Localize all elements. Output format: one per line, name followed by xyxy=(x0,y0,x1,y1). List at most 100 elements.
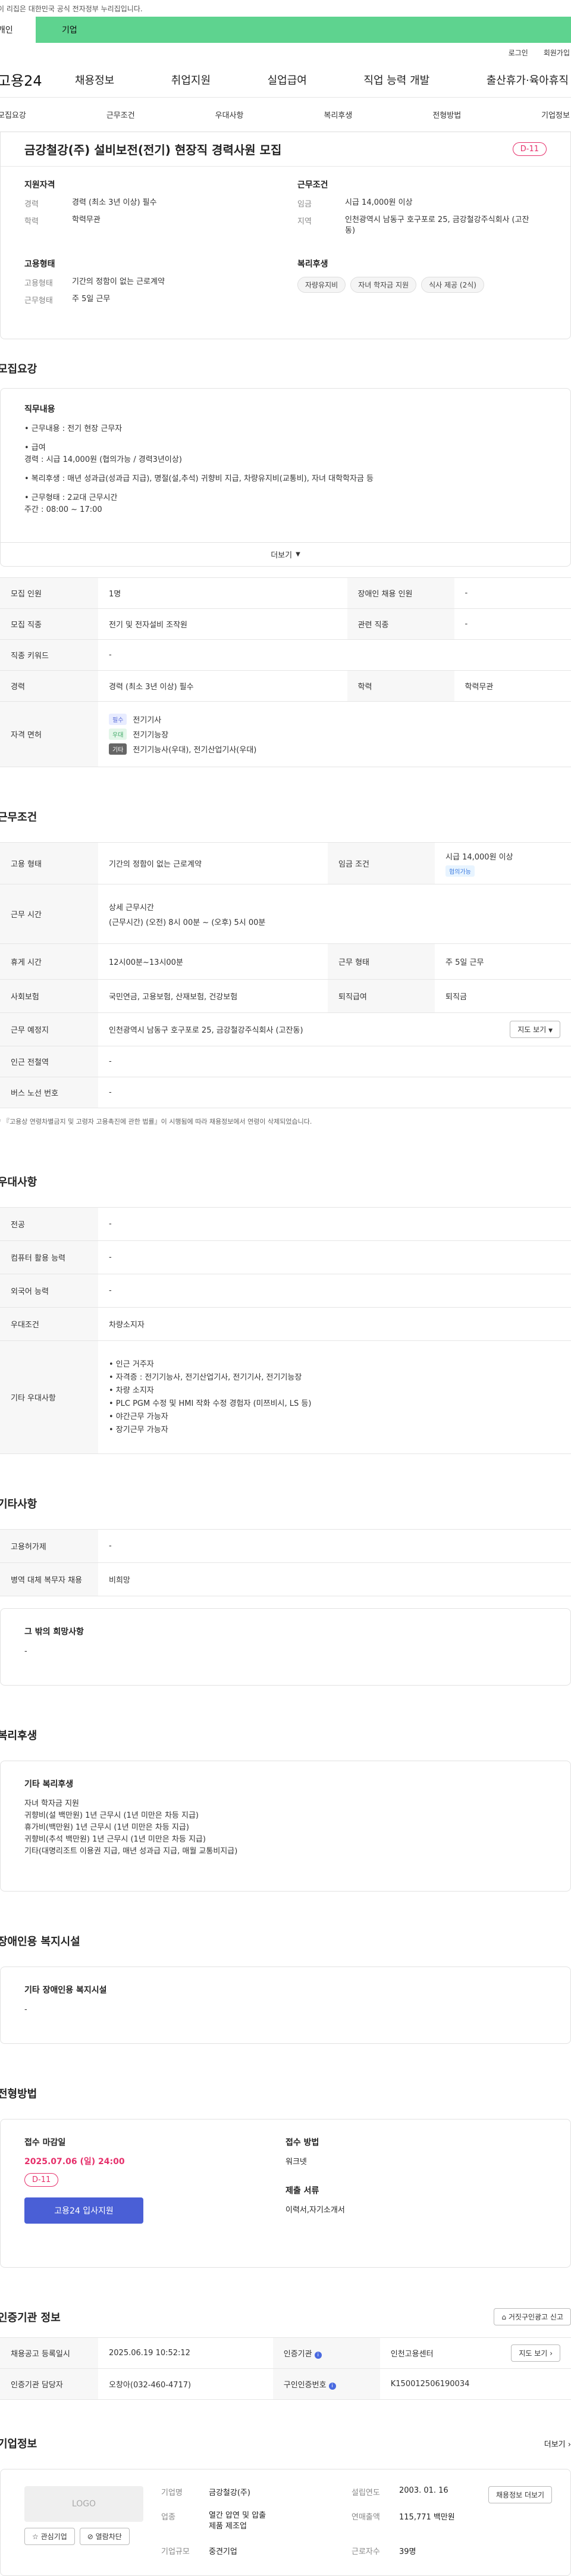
table-row: 고용허가제 - xyxy=(0,1529,571,1563)
report-btn-label: 거짓구인광고 신고 xyxy=(508,2313,563,2321)
disabled-facility-heading: 기타 장애인용 복지시설 xyxy=(24,1986,107,1995)
cell-value: - xyxy=(98,1240,571,1274)
map-view-button[interactable]: 지도 보기 ▼ xyxy=(510,1021,560,1038)
company-key: 연매출액 xyxy=(352,2513,380,2522)
gnb-parental-leave[interactable]: 출산휴가·육아휴직 xyxy=(487,72,569,87)
cell-key: 채용공고 등록일시 xyxy=(0,2337,98,2369)
tab-company[interactable]: 기업 xyxy=(36,17,571,43)
subnav-conditions[interactable]: 근무조건 xyxy=(106,109,135,120)
row-key: 경력 xyxy=(24,200,39,209)
subnav-preference[interactable]: 우대사항 xyxy=(215,109,244,120)
info-icon[interactable]: i xyxy=(328,2383,336,2390)
summary-qualification: 지원자격 경력 경력 (최소 3년 이상) 필수 학력 학력무관 xyxy=(24,179,274,242)
cell-value: 퇴직금 xyxy=(435,979,571,1013)
favorite-company-button[interactable]: ☆ 관심기업 xyxy=(24,2528,75,2545)
subnav-recruit[interactable]: 모집요강 xyxy=(0,109,26,120)
page: 이 리집은 대한민국 공식 전자정부 누리집입니다. 개인 기업 로그인 회원가… xyxy=(0,0,571,2576)
dday-badge: D-11 xyxy=(512,142,547,156)
gnb-employment-support[interactable]: 취업지원 xyxy=(171,72,211,87)
company-box: LOGO ☆ 관심기업 ⊘ 열람차단 기업명 금강철강(주) 설립연도 2003. 0… xyxy=(0,2469,571,2576)
user-type-tabs: 개인 기업 xyxy=(0,17,571,43)
company-key: 기업명 xyxy=(161,2489,183,2497)
table-row: 병역 대체 복무자 채용 비희망 xyxy=(0,1562,571,1596)
cell-value: 비희망 xyxy=(98,1562,571,1596)
company-key: 설립연도 xyxy=(352,2489,380,2497)
cell-key: 모집 직종 xyxy=(0,608,98,640)
company-header: 기업정보 더보기 › xyxy=(0,2436,571,2451)
cell-key: 우대조건 xyxy=(0,1307,98,1341)
license-badge: 기타 xyxy=(109,743,127,755)
disabled-facility-box: 기타 장애인용 복지시설 - xyxy=(0,1967,571,2044)
signup-link[interactable]: 회원가입 xyxy=(544,48,570,58)
info-icon[interactable]: i xyxy=(314,2352,322,2359)
summary-employment: 고용형태 고용형태 기간의 정함이 없는 근로계약 근무형태 주 5일 근무 xyxy=(24,258,274,311)
cell-value: - xyxy=(98,1529,571,1563)
recruit-table: 모집 인원 1명 장애인 채용 인원 - 모집 직종 전기 및 전자설비 조작원 관련 직… xyxy=(0,577,571,767)
summary-row: 학력 학력무관 xyxy=(24,215,274,226)
fav-label: 관심기업 xyxy=(40,2533,67,2541)
map-btn-label: 지도 보기 xyxy=(519,2349,548,2358)
deadline-column: 접수 마감일 2025.07.06 (일) 24:00 D-11 고용24 입사… xyxy=(24,2136,286,2250)
tab-person-label: 개인 xyxy=(0,26,13,35)
cell-key: 근무 시간 xyxy=(0,884,98,944)
docs-heading: 제출 서류 xyxy=(286,2186,319,2196)
workplace-address: 인천광역시 남동구 호구포로 25, 금강철강주식회사 (고잔동) xyxy=(109,1026,303,1035)
company-info-btn-label: 채용정보 더보기 xyxy=(488,2486,553,2503)
block-company-button[interactable]: ⊘ 열람차단 xyxy=(79,2528,130,2545)
login-link[interactable]: 로그인 xyxy=(509,48,528,58)
table-row: 모집 직종 전기 및 전자설비 조작원 관련 직종 - xyxy=(0,608,571,640)
table-row: 휴게 시간 12시00분~13시00분 근무 형태 주 5일 근무 xyxy=(0,943,571,980)
cell-key: 외국어 능력 xyxy=(0,1274,98,1308)
tab-person[interactable]: 개인 xyxy=(0,17,36,43)
subnav-welfare[interactable]: 복리후생 xyxy=(324,109,352,120)
job-summary-card: 금강철강(주) 설비보전(전기) 현장직 경력사원 모집 D-11 지원자격 경… xyxy=(0,132,571,339)
table-row: 버스 노선 번호 - xyxy=(0,1077,571,1108)
apply-button[interactable]: 고용24 입사지원 xyxy=(24,2197,143,2224)
site-logo[interactable]: 고용24 xyxy=(0,69,63,90)
license-name: 전기기능사(우대), 전기산업기사(우대) xyxy=(133,746,257,755)
company-logo-column: LOGO ☆ 관심기업 ⊘ 열람차단 xyxy=(24,2486,143,2559)
cell-value: 경력 (최소 3년 이상) 필수 xyxy=(98,670,347,702)
star-icon: ☆ xyxy=(32,2533,39,2541)
cell-key: 근무 예정지 xyxy=(0,1012,98,1046)
gnb-unemployment[interactable]: 실업급여 xyxy=(268,72,307,87)
license-badge: 필수 xyxy=(109,714,127,725)
expand-more-button[interactable]: 더보기 ▼ xyxy=(1,542,570,566)
section-title-welfare: 복리후생 xyxy=(0,1730,37,1742)
cell-value: - xyxy=(98,1207,571,1241)
section-title-agency: 인증기관 정보 xyxy=(0,2311,61,2324)
cert-number-label: 구인인증번호 xyxy=(283,2381,327,2390)
report-fake-ad-button[interactable]: ⌂ 거짓구인광고 신고 xyxy=(494,2308,571,2325)
qualification-heading: 지원자격 xyxy=(24,180,55,190)
list-item: • 복리후생 : 매년 성과급(성과급 지급), 명절(설,추석) 귀향비 지급… xyxy=(24,474,374,483)
gov-notice-text: 이 리집은 대한민국 공식 전자정부 누리집입니다. xyxy=(0,4,143,13)
table-row: 근무 예정지 인천광역시 남동구 호구포로 25, 금강철강주식회사 (고잔동) 지… xyxy=(0,1012,571,1046)
agency-map-button[interactable]: 지도 보기 › xyxy=(511,2344,560,2362)
cell-key: 모집 인원 xyxy=(0,577,98,609)
agency-header: 인증기관 정보 ⌂ 거짓구인광고 신고 xyxy=(0,2308,571,2325)
row-key: 고용형태 xyxy=(24,279,53,288)
company-more-link[interactable]: 더보기 › xyxy=(544,2438,571,2449)
work-table: 고용 형태 기간의 정함이 없는 근로계약 임금 조건 시급 14,000원 이상 협의… xyxy=(0,842,571,1108)
section-title-disabled: 장애인용 복지시설 xyxy=(0,1936,80,1948)
list-item: • 급여 경력 : 시급 14,000원 (협의가능 / 경력3년이상) xyxy=(24,443,182,464)
subnav-process[interactable]: 전형방법 xyxy=(432,109,461,120)
gnb-skills[interactable]: 직업 능력 개발 xyxy=(363,72,429,87)
negotiable-badge: 협의가능 xyxy=(445,865,475,877)
chevron-down-icon: ▼ xyxy=(296,551,300,558)
subnav-company[interactable]: 기업정보 xyxy=(541,109,570,120)
cell-value: 국민연금, 고용보험, 산재보험, 건강보험 xyxy=(98,979,328,1013)
welfare-chip: 자녀 학자금 지원 xyxy=(350,277,417,293)
license-badge: 우대 xyxy=(109,729,127,740)
welfare-line: 귀향비(추석 백만원) 1년 근무시 (1년 미만은 차등 지급) xyxy=(24,1835,206,1844)
chevron-right-icon: › xyxy=(567,2440,571,2449)
table-row: 기타 우대사항 • 인근 거주자 • 자격증 : 전기기능사, 전기산업기사, … xyxy=(0,1340,571,1454)
company-info-button[interactable]: 채용정보 더보기 xyxy=(488,2486,571,2559)
company-value: 39명 xyxy=(399,2547,416,2556)
cell-value: 차량소지자 xyxy=(98,1307,571,1341)
block-label: 열람차단 xyxy=(95,2533,122,2541)
gnb-jobs[interactable]: 채용정보 xyxy=(75,72,114,87)
row-value: 기간의 정함이 없는 근로계약 xyxy=(72,277,165,286)
row-value: 인천광역시 남동구 호구포로 25, 금강철강주식회사 (고잔동) xyxy=(345,215,529,235)
etc-table: 고용허가제 - 병역 대체 복무자 채용 비희망 xyxy=(0,1529,571,1596)
